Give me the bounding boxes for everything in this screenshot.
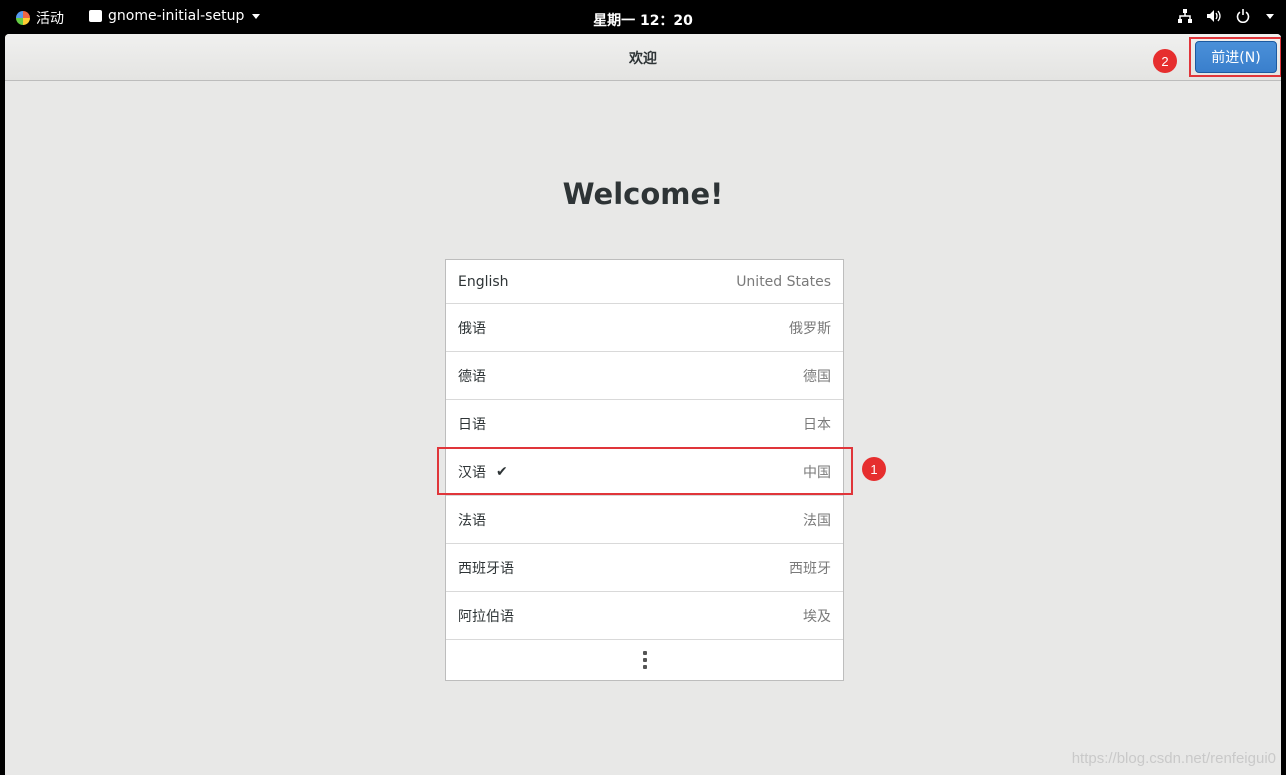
language-name-text: 日语: [458, 416, 486, 433]
language-region: United States: [736, 273, 831, 290]
language-name-text: 俄语: [458, 320, 486, 337]
language-name: English: [458, 274, 509, 290]
annotation-badge-2: 2: [1153, 49, 1177, 73]
more-languages-button[interactable]: [446, 640, 843, 680]
language-name-text: 德语: [458, 368, 486, 385]
welcome-heading: Welcome!: [562, 177, 724, 211]
window-title: 欢迎: [629, 51, 657, 67]
activities-label: 活动: [36, 11, 64, 27]
top-bar: 活动 gnome-initial-setup 星期一 12：20: [0, 0, 1286, 34]
language-region: 法国: [803, 512, 831, 529]
annotation-box-selected-language: [437, 447, 853, 495]
activities-logo-icon: [16, 11, 30, 25]
language-row[interactable]: 俄语 俄罗斯: [446, 304, 843, 352]
language-row[interactable]: 德语 德国: [446, 352, 843, 400]
chevron-down-icon: [1266, 13, 1274, 19]
language-name: 阿拉伯语: [458, 606, 514, 626]
language-name-text: 法语: [458, 512, 486, 529]
language-name: 法语: [458, 510, 486, 530]
activities-button[interactable]: 活动: [16, 8, 64, 28]
language-name: 西班牙语: [458, 558, 514, 578]
more-vertical-icon: [642, 651, 647, 669]
language-name: 日语: [458, 414, 486, 434]
watermark: https://blog.csdn.net/renfeigui0: [1071, 750, 1276, 767]
chevron-down-icon: [252, 13, 261, 19]
app-window-icon: [89, 10, 102, 22]
network-icon: [1178, 9, 1192, 23]
annotation-badge-1: 1: [862, 457, 886, 481]
power-icon: [1236, 9, 1250, 23]
language-region: 德国: [803, 368, 831, 385]
clock[interactable]: 星期一 12：20: [593, 13, 693, 29]
language-region: 埃及: [803, 608, 831, 625]
language-row[interactable]: 阿拉伯语 埃及: [446, 592, 843, 640]
language-region: 西班牙: [789, 560, 831, 577]
language-row[interactable]: English United States: [446, 260, 843, 304]
language-row[interactable]: 法语 法国: [446, 496, 843, 544]
language-region: 日本: [803, 416, 831, 433]
language-region: 俄罗斯: [789, 320, 831, 337]
app-menu-label: gnome-initial-setup: [108, 8, 245, 24]
app-menu[interactable]: gnome-initial-setup: [89, 8, 261, 24]
language-name: 德语: [458, 366, 486, 386]
language-name-text: 西班牙语: [458, 560, 514, 577]
language-name-text: English: [458, 273, 509, 290]
language-row[interactable]: 日语 日本: [446, 400, 843, 448]
setup-window: 欢迎 前进(N) 2 Welcome! English United States…: [5, 34, 1281, 775]
system-status-menu[interactable]: [1178, 9, 1274, 23]
language-name: 俄语: [458, 318, 486, 338]
volume-icon: [1206, 9, 1222, 23]
header-bar: 欢迎 前进(N) 2: [5, 34, 1281, 81]
annotation-box-next: [1189, 37, 1281, 77]
language-row[interactable]: 西班牙语 西班牙: [446, 544, 843, 592]
language-name-text: 阿拉伯语: [458, 608, 514, 625]
